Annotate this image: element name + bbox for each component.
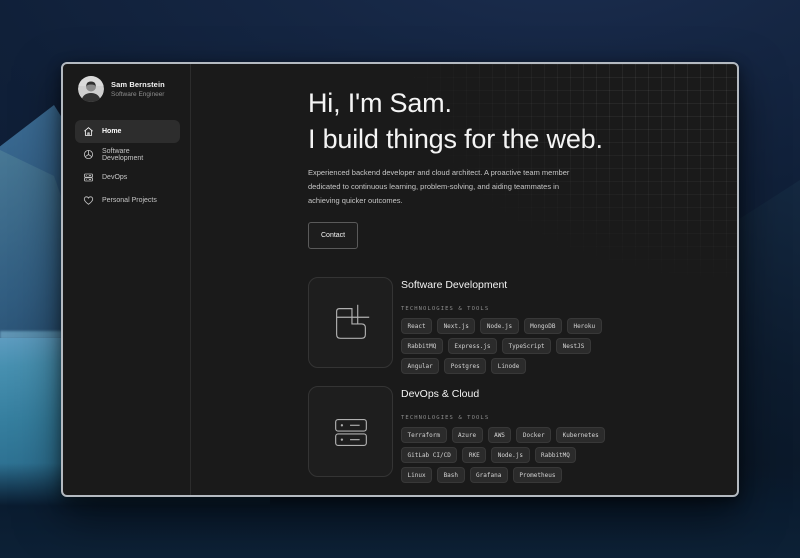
tech-tag: Kubernetes — [556, 427, 605, 443]
tech-tag: Linux — [401, 467, 432, 483]
hero-heading: Hi, I'm Sam. I build things for the web. — [308, 85, 737, 157]
contact-button[interactable]: Contact — [308, 222, 358, 249]
tech-tag: Angular — [401, 358, 439, 374]
tech-tag: Heroku — [567, 318, 602, 334]
tech-tag: Docker — [516, 427, 551, 443]
tag-row: Angular Postgres Linode — [401, 358, 602, 374]
tech-tag: Azure — [452, 427, 483, 443]
section-body: Software Development TECHNOLOGIES & TOOL… — [401, 277, 602, 374]
tech-tag: Prometheus — [513, 467, 562, 483]
tag-row: GitLab CI/CD RKE Node.js RabbitMQ — [401, 447, 605, 463]
sidebar-item-label: DevOps — [102, 174, 127, 181]
avatar-photo — [78, 76, 104, 102]
tech-tag: Grafana — [470, 467, 508, 483]
section-software-development: Software Development TECHNOLOGIES & TOOL… — [308, 277, 737, 374]
tech-tag: TypeScript — [502, 338, 551, 354]
app-development-icon — [328, 300, 374, 346]
section-title: Software Development — [401, 279, 602, 291]
server-icon — [83, 172, 94, 183]
tech-tag: Express.js — [448, 338, 497, 354]
tag-row: RabbitMQ Express.js TypeScript NestJS — [401, 338, 602, 354]
tools-label: TECHNOLOGIES & TOOLS — [401, 415, 605, 421]
tag-list: Terraform Azure AWSDocker Kubernetes GitLab … — [401, 427, 605, 483]
tech-tag: Next.js — [437, 318, 475, 334]
profile-text: Sam Bernstein Software Engineer — [111, 80, 165, 98]
tech-tag: Bash — [437, 467, 464, 483]
hero-heading-line1: Hi, I'm Sam. — [308, 88, 452, 118]
sidebar-item-label: Software Development — [102, 148, 172, 162]
tech-tag: AWS — [488, 427, 512, 443]
hero-description: Experienced backend developer and cloud … — [308, 166, 582, 208]
tag-row: Terraform Azure AWSDocker Kubernetes — [401, 427, 605, 443]
devops-cloud-tile — [308, 386, 393, 477]
sidebar: Sam Bernstein Software Engineer Home Sof… — [63, 64, 191, 495]
tech-tag: RKE — [462, 447, 486, 463]
hero-heading-line2: I build things for the web. — [308, 124, 603, 154]
tech-tag: React — [401, 318, 432, 334]
sidebar-item-devops[interactable]: DevOps — [75, 166, 180, 189]
sidebar-item-label: Home — [102, 128, 121, 135]
sidebar-item-personal-projects[interactable]: Personal Projects — [75, 189, 180, 212]
tag-row: Linux Bash Grafana Prometheus — [401, 467, 605, 483]
tech-tag: RabbitMQ — [401, 338, 443, 354]
tech-tag: Postgres — [444, 358, 486, 374]
tech-tag: Node.js — [491, 447, 529, 463]
tech-tag: Terraform — [401, 427, 447, 443]
cube-icon — [83, 149, 94, 160]
section-title: DevOps & Cloud — [401, 388, 605, 400]
sidebar-nav: Home Software Development DevOps — [75, 120, 180, 212]
home-icon — [83, 126, 94, 137]
main-content: Hi, I'm Sam. I build things for the web.… — [191, 64, 737, 495]
section-devops-cloud: DevOps & Cloud TECHNOLOGIES & TOOLS Terr… — [308, 386, 737, 483]
software-development-tile — [308, 277, 393, 368]
section-body: DevOps & Cloud TECHNOLOGIES & TOOLS Terr… — [401, 386, 605, 483]
tech-tag: Node.js — [480, 318, 518, 334]
portfolio-window: Sam Bernstein Software Engineer Home Sof… — [61, 62, 739, 497]
profile: Sam Bernstein Software Engineer — [78, 76, 180, 102]
heart-icon — [83, 195, 94, 206]
tag-list: React Next.js Node.js MongoDB Heroku RabbitMQ… — [401, 318, 602, 374]
profile-job-title: Software Engineer — [111, 91, 165, 98]
avatar — [78, 76, 104, 102]
profile-name: Sam Bernstein — [111, 80, 165, 89]
tech-tag: NestJS — [556, 338, 591, 354]
tech-tag: Linode — [491, 358, 526, 374]
tag-row: React Next.js Node.js MongoDB Heroku — [401, 318, 602, 334]
tools-label: TECHNOLOGIES & TOOLS — [401, 306, 602, 312]
sidebar-item-software-development[interactable]: Software Development — [75, 143, 180, 166]
tech-tag: GitLab CI/CD — [401, 447, 457, 463]
server-stack-icon — [328, 409, 374, 455]
tech-tag: RabbitMQ — [535, 447, 577, 463]
tech-tag: MongoDB — [524, 318, 562, 334]
sidebar-item-home[interactable]: Home — [75, 120, 180, 143]
sidebar-item-label: Personal Projects — [102, 197, 157, 204]
